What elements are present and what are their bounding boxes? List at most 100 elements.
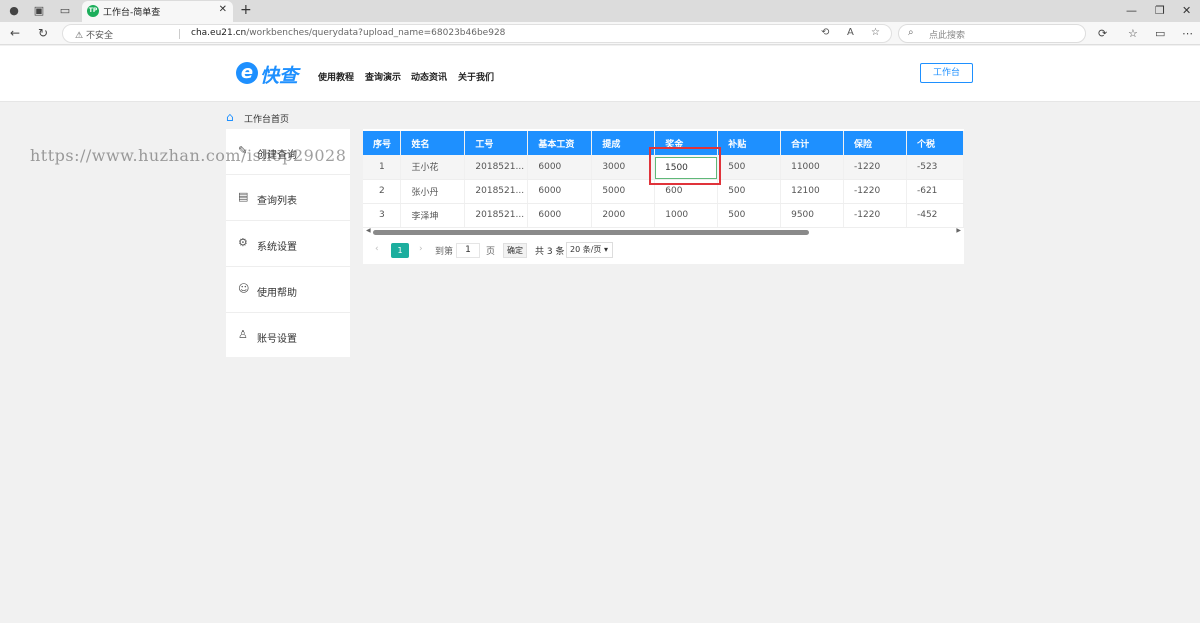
logo-text: 快查 <box>260 65 299 87</box>
scrollbar-thumb[interactable] <box>373 230 809 235</box>
sidebar-item-label: 账号设置 <box>257 334 297 345</box>
minimize-icon[interactable]: — <box>1126 4 1137 17</box>
table-cell[interactable]: 6000 <box>527 203 593 228</box>
header-base-salary[interactable]: 基本工资 <box>527 131 593 155</box>
table-cell[interactable]: 500 <box>717 155 782 180</box>
refresh-icon[interactable]: ↻ <box>38 26 48 40</box>
table-cell[interactable]: 9500 <box>780 203 845 228</box>
browser-tab-bar: ● ▣ ▭ TP 工作台-简单查 ✕ + — ❐ ✕ <box>0 0 1200 22</box>
url-field[interactable]: ⚠ 不安全 cha.eu21.cn/workbenches/querydata?… <box>62 24 892 43</box>
table-cell[interactable]: 1000 <box>654 203 719 228</box>
sidebar-item-query-list[interactable]: ▤ 查询列表 <box>226 175 350 221</box>
tab-title: 工作台-简单查 <box>103 8 161 18</box>
horizontal-scrollbar[interactable]: ◀ ▶ <box>363 227 964 236</box>
smile-icon: ☺ <box>238 282 250 295</box>
table-cell[interactable]: 500 <box>717 203 782 228</box>
collections-icon[interactable]: ☆ <box>1128 27 1138 40</box>
nav-tutorial[interactable]: 使用教程 <box>318 70 354 83</box>
nav-news[interactable]: 动态资讯 <box>411 70 447 83</box>
more-menu-icon[interactable]: ⋯ <box>1182 27 1193 40</box>
scroll-right-icon[interactable]: ▶ <box>956 227 961 234</box>
search-icon: ⌕ <box>908 27 914 38</box>
table-cell[interactable]: -523 <box>906 155 964 180</box>
table-cell[interactable]: 李泽坤 <box>400 203 466 228</box>
breadcrumb-label[interactable]: 工作台首页 <box>244 112 289 125</box>
site-header: e 快查 使用教程 查询演示 动态资讯 关于我们 工作台 <box>0 46 1200 102</box>
restore-icon[interactable]: ❐ <box>1155 4 1165 17</box>
url-separator <box>179 29 180 39</box>
header-id[interactable]: 工号 <box>464 131 529 155</box>
highlight-box <box>649 147 721 185</box>
user-icon: ♙ <box>238 328 248 341</box>
nav-about[interactable]: 关于我们 <box>458 70 494 83</box>
header-allowance[interactable]: 补贴 <box>717 131 782 155</box>
table-cell[interactable]: 5000 <box>591 179 656 204</box>
table-cell[interactable]: 500 <box>717 179 782 204</box>
home-icon[interactable]: ⌂ <box>226 110 234 124</box>
table-cell[interactable]: 6000 <box>527 155 593 180</box>
header-total[interactable]: 合计 <box>780 131 845 155</box>
page-size-value: 20 条/页 <box>570 245 602 254</box>
browser-search-box[interactable]: ⌕ 点此搜索 <box>898 24 1086 43</box>
table-cell[interactable]: -621 <box>906 179 964 204</box>
nav-demo[interactable]: 查询演示 <box>365 70 401 83</box>
scroll-left-icon[interactable]: ◀ <box>366 227 371 234</box>
favorite-star-icon[interactable]: ☆ <box>871 27 880 38</box>
prev-page-button[interactable]: ‹ <box>375 244 379 254</box>
browser-tab[interactable]: TP 工作台-简单查 ✕ <box>82 1 233 22</box>
split-screen-icon[interactable]: ▭ <box>1155 27 1165 40</box>
table-row[interactable]: 3 李泽坤 2018521... 6000 2000 1000 500 9500… <box>363 203 964 228</box>
header-index[interactable]: 序号 <box>363 131 402 155</box>
table-cell[interactable]: 王小花 <box>400 155 466 180</box>
translate-icon[interactable]: ⟲ <box>821 27 829 38</box>
table-cell[interactable]: 12100 <box>780 179 845 204</box>
table-cell[interactable]: -452 <box>906 203 964 228</box>
back-icon[interactable]: ← <box>10 26 20 40</box>
table-cell[interactable]: 2018521... <box>464 179 529 204</box>
header-insurance[interactable]: 保险 <box>843 131 907 155</box>
workspaces-icon[interactable]: ▣ <box>32 4 46 18</box>
table-cell[interactable]: 张小丹 <box>400 179 466 204</box>
page-label: 页 <box>486 247 496 257</box>
table-cell[interactable]: 3 <box>363 203 402 228</box>
extensions-icon[interactable]: ⟳ <box>1098 27 1107 40</box>
goto-label: 到第 <box>435 247 454 257</box>
watermark-text: https://www.huzhan.com/ishop29028 <box>30 146 347 165</box>
gear-icon: ⚙ <box>238 236 248 249</box>
table-cell[interactable]: 11000 <box>780 155 845 180</box>
page-size-select[interactable]: 20 条/页 ▾ <box>566 242 613 258</box>
table-cell[interactable]: -1220 <box>843 203 907 228</box>
new-tab-button[interactable]: + <box>240 2 252 18</box>
table-cell[interactable]: 3000 <box>591 155 656 180</box>
profile-icon[interactable]: ● <box>7 4 21 18</box>
goto-confirm-button[interactable]: 确定 <box>503 243 527 258</box>
page-1-button[interactable]: 1 <box>391 243 409 258</box>
sidebar-item-system-settings[interactable]: ⚙ 系统设置 <box>226 221 350 267</box>
table-cell[interactable]: 2018521... <box>464 203 529 228</box>
url-host: cha.eu21.cn <box>191 28 247 38</box>
sidebar-item-label: 使用帮助 <box>257 288 297 299</box>
workbench-button[interactable]: 工作台 <box>920 63 973 83</box>
header-commission[interactable]: 提成 <box>591 131 656 155</box>
header-name[interactable]: 姓名 <box>400 131 466 155</box>
table-cell[interactable]: 2000 <box>591 203 656 228</box>
security-warning[interactable]: ⚠ 不安全 <box>75 28 113 41</box>
table-cell[interactable]: -1220 <box>843 179 907 204</box>
next-page-button[interactable]: › <box>419 244 423 254</box>
table-cell[interactable]: -1220 <box>843 155 907 180</box>
close-tab-icon[interactable]: ✕ <box>219 4 227 15</box>
sidebar-item-account-settings[interactable]: ♙ 账号设置 <box>226 313 350 359</box>
tab-actions-icon[interactable]: ▭ <box>58 4 72 18</box>
pagination: ‹ 1 › 到第 1 页 确定 共 3 条 20 条/页 ▾ <box>363 241 964 261</box>
table-cell[interactable]: 2018521... <box>464 155 529 180</box>
table-cell[interactable]: 6000 <box>527 179 593 204</box>
table-cell[interactable]: 1 <box>363 155 402 180</box>
close-window-icon[interactable]: ✕ <box>1182 4 1191 17</box>
table-cell[interactable]: 2 <box>363 179 402 204</box>
sidebar-item-help[interactable]: ☺ 使用帮助 <box>226 267 350 313</box>
header-tax[interactable]: 个税 <box>906 131 964 155</box>
read-aloud-icon[interactable]: A <box>847 27 854 38</box>
sidebar-item-label: 查询列表 <box>257 196 297 207</box>
calendar-list-icon: ▤ <box>238 190 249 203</box>
goto-page-input[interactable]: 1 <box>456 243 480 258</box>
